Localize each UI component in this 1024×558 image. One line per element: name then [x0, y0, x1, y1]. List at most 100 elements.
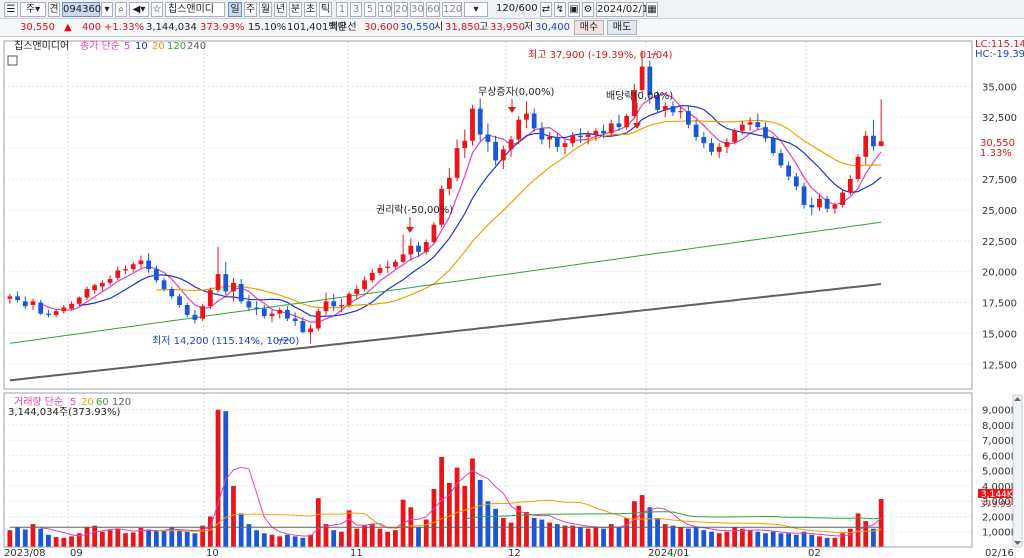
volume-bar	[801, 531, 807, 547]
chart-settings-icon[interactable]: ⇄	[540, 2, 552, 17]
volume-bar	[153, 530, 159, 547]
price-tick-label: 32,500	[982, 113, 1017, 124]
volume-bar	[531, 518, 537, 547]
hc-label: HC:-19.39	[975, 49, 1024, 60]
candle-body	[22, 301, 28, 307]
candle-body	[53, 311, 59, 315]
volume-bar	[416, 527, 421, 547]
volume-bar	[215, 409, 221, 547]
candle-body	[578, 135, 583, 137]
candle-body	[354, 288, 360, 294]
volume-tick-label: 9,000K	[982, 406, 1018, 417]
volume-bar	[292, 536, 298, 547]
volume-bar	[423, 519, 429, 547]
volume-bar	[562, 525, 568, 547]
volume-bar	[786, 533, 792, 547]
candle-body	[392, 261, 398, 267]
interval-10[interactable]: 10	[378, 2, 392, 17]
gear-icon[interactable]: ⚙	[582, 2, 594, 17]
interval-dropdown-icon[interactable]: ▾	[464, 2, 488, 17]
candle-body	[701, 137, 707, 144]
volume-tag-value: 3,144K	[981, 490, 1014, 500]
volume-bar	[339, 531, 344, 547]
favorites-icon[interactable]: ☆	[151, 2, 163, 17]
candle-body	[362, 280, 367, 289]
candle-body	[755, 122, 761, 128]
compare-icon[interactable]: ↯	[554, 2, 566, 17]
candle-body	[223, 274, 229, 292]
period-minute[interactable]: 분	[289, 2, 302, 17]
candle-body	[770, 138, 776, 154]
volume-bar	[847, 528, 853, 547]
legend-ma-240: 240	[187, 41, 206, 52]
volume-bar	[123, 533, 128, 547]
candle-body	[61, 307, 67, 312]
x-tick-label: 2023/08	[4, 548, 46, 558]
candle-body	[269, 313, 275, 317]
high-price: 33,950	[490, 22, 525, 33]
legend-ma-10: 10	[135, 41, 148, 52]
price-tick-label: 20,000	[982, 268, 1017, 279]
save-icon[interactable]: ▣	[568, 2, 580, 17]
volume-bar	[46, 534, 51, 547]
candle-body	[331, 301, 337, 307]
candle-body	[207, 290, 213, 307]
candle-body	[423, 242, 429, 252]
volume-tick-label: 6,000K	[982, 451, 1018, 462]
volume-bar	[639, 495, 645, 547]
candle-body	[115, 270, 121, 278]
period-second[interactable]: 초	[304, 2, 317, 17]
candle-body	[493, 141, 499, 161]
interval-3[interactable]: 3	[350, 2, 362, 17]
candle-body	[200, 306, 206, 319]
open-price: 31,850	[445, 22, 480, 33]
candle-body	[192, 314, 198, 320]
volume-bar	[392, 530, 398, 547]
interval-30[interactable]: 30	[410, 2, 424, 17]
annotation-high: 최고 37,900 (-19.39%, 01/04)	[528, 49, 673, 61]
volume-bar	[184, 531, 190, 547]
interval-60[interactable]: 60	[426, 2, 440, 17]
search-icon[interactable]: ⌕	[115, 2, 127, 17]
candle-body	[500, 149, 506, 161]
volume-bar	[69, 536, 74, 547]
period-year[interactable]: 년	[274, 2, 287, 17]
stock-name[interactable]: 칩스앤미디	[165, 2, 225, 17]
period-week[interactable]: 주	[244, 2, 257, 17]
period-tick[interactable]: 틱	[319, 2, 332, 17]
jeon-button[interactable]: 견	[48, 2, 60, 17]
date-input[interactable]: 2024/02/16	[596, 2, 655, 17]
volume-scrollbar[interactable]	[1012, 394, 1023, 548]
interval-120[interactable]: 120	[442, 2, 462, 17]
code-input[interactable]: 094360	[62, 2, 101, 17]
candle-body	[554, 137, 560, 147]
period-month[interactable]: 월	[259, 2, 272, 17]
buy-button[interactable]: 매수	[574, 20, 604, 35]
volume-bar	[477, 479, 483, 547]
speaker-icon[interactable]: ◀▾	[129, 2, 149, 17]
candle-body	[300, 321, 306, 333]
period-day[interactable]: 일	[228, 2, 242, 17]
interval-20[interactable]: 20	[394, 2, 408, 17]
interval-5[interactable]: 5	[364, 2, 376, 17]
change-value: 400	[82, 22, 102, 33]
x-tick-label: 12	[508, 548, 521, 558]
count-input[interactable]: 120/600	[496, 2, 538, 16]
candle-body	[408, 245, 414, 255]
volume-bar	[231, 485, 236, 547]
candle-body	[431, 224, 437, 242]
menu-icon[interactable]: ☰	[4, 2, 18, 17]
main-select[interactable]: 주▾	[20, 2, 46, 17]
volume-bar	[192, 533, 198, 547]
code-dropdown-icon[interactable]: ▾	[101, 2, 113, 17]
volume-bar	[832, 537, 838, 547]
candle-body	[847, 179, 853, 193]
sell-button[interactable]: 매도	[607, 20, 637, 35]
calendar-icon[interactable]: ▦	[646, 2, 658, 17]
volume-bar	[493, 508, 499, 547]
volume-bar	[285, 534, 290, 547]
interval-1[interactable]: 1	[336, 2, 348, 17]
volume-bar	[778, 533, 784, 547]
candle-body	[678, 111, 684, 113]
price-chart[interactable]: 35,00032,50030,00027,50025,00022,50020,0…	[0, 37, 1024, 558]
